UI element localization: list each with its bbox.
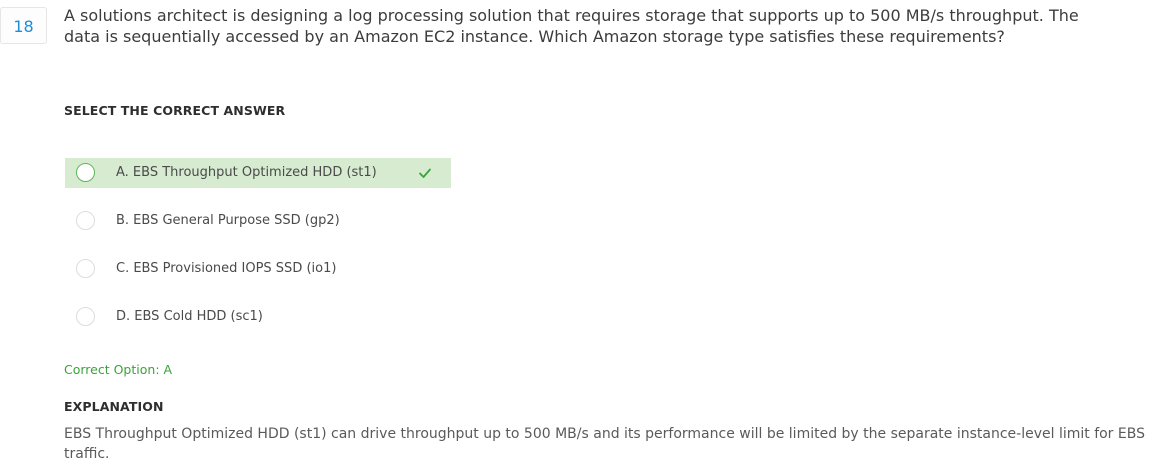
answer-option-c[interactable]: C. EBS Provisioned IOPS SSD (io1): [65, 254, 451, 284]
radio-button-d[interactable]: [76, 307, 95, 326]
answer-option-a[interactable]: A. EBS Throughput Optimized HDD (st1): [65, 158, 451, 188]
quiz-question-panel: 18 A solutions architect is designing a …: [0, 0, 1153, 465]
question-text: A solutions architect is designing a log…: [64, 5, 1153, 47]
radio-button-a[interactable]: [76, 163, 95, 182]
check-icon: [419, 168, 431, 178]
explanation-text: EBS Throughput Optimized HDD (st1) can d…: [64, 426, 1145, 462]
question-text-line-2: data is sequentially accessed by an Amaz…: [64, 27, 1005, 46]
answer-option-b[interactable]: B. EBS General Purpose SSD (gp2): [65, 206, 451, 236]
answer-option-d-label: D. EBS Cold HDD (sc1): [116, 309, 263, 324]
answer-option-a-label: A. EBS Throughput Optimized HDD (st1): [116, 165, 377, 180]
correct-option-text: Correct Option: A: [64, 362, 173, 377]
answer-option-c-label: C. EBS Provisioned IOPS SSD (io1): [116, 261, 337, 276]
radio-button-c[interactable]: [76, 259, 95, 278]
question-number-badge: 18: [0, 7, 47, 44]
question-text-line-1: A solutions architect is designing a log…: [64, 6, 1079, 25]
answer-option-d[interactable]: D. EBS Cold HDD (sc1): [65, 302, 451, 332]
radio-button-b[interactable]: [76, 211, 95, 230]
answer-option-b-label: B. EBS General Purpose SSD (gp2): [116, 213, 340, 228]
explanation-heading: EXPLANATION: [64, 399, 164, 414]
select-answer-heading: SELECT THE CORRECT ANSWER: [64, 103, 286, 118]
